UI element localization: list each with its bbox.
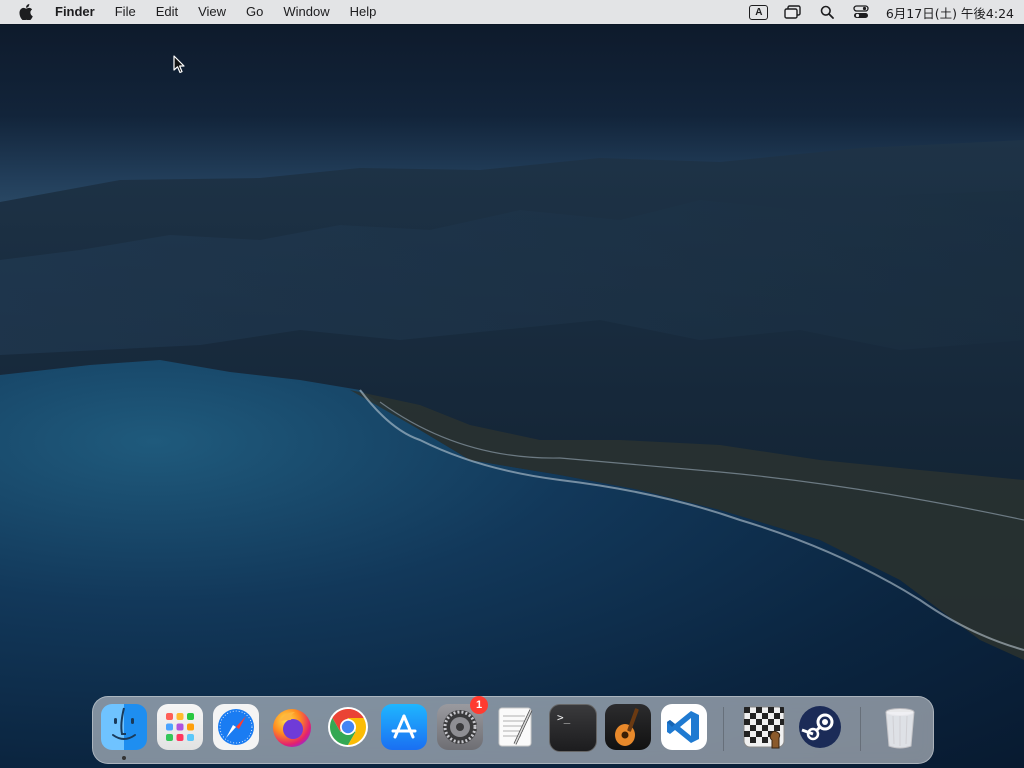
menubar-clock[interactable]: 6月17日(土) 午後4:24 [886,3,1014,22]
dock-terminal[interactable]: >_ [549,704,597,752]
dock-separator [723,707,724,751]
firefox-icon [273,709,311,747]
dock-launchpad[interactable] [157,704,203,750]
mouse-pointer-icon [173,55,185,74]
trash-icon [885,708,915,749]
screen-mirroring-icon[interactable] [783,4,803,20]
finder-icon [112,707,136,740]
status-area: A 6月17日(土) 午後4:24 [742,0,1024,24]
apple-menu-icon[interactable] [17,3,35,21]
desktop-wallpaper [0,0,1024,768]
dock-steam[interactable] [797,704,843,750]
menu-bar: Finder File Edit View Go Window Help A 6… [0,0,1024,24]
dock-chrome[interactable] [325,704,371,750]
menu-help[interactable]: Help [340,0,387,24]
chess-icon [743,706,785,749]
vscode-icon [667,711,699,743]
dock-safari[interactable] [213,704,259,750]
dock-app-store[interactable] [381,704,427,750]
dock-textedit[interactable] [493,704,539,750]
control-center-icon[interactable] [851,4,871,20]
launchpad-grid-icon [166,713,194,741]
dock-vscode[interactable] [661,704,707,750]
spotlight-search-icon[interactable] [817,4,837,20]
chrome-icon [328,707,368,747]
app-store-icon [391,714,417,739]
guitar-icon [615,708,639,746]
wallpaper-mountains [0,140,1024,660]
dock-trash[interactable] [877,704,923,750]
menu-app-finder[interactable]: Finder [45,0,105,24]
steam-icon [799,706,841,748]
dock-chess[interactable] [741,704,787,750]
terminal-prompt-icon: >_ [557,711,571,724]
menu-go[interactable]: Go [236,0,273,24]
safari-compass-icon [218,709,254,745]
menu-view[interactable]: View [188,0,236,24]
dock-garageband[interactable] [605,704,651,750]
dock-finder[interactable] [101,704,147,750]
finder-running-indicator [122,756,126,760]
input-source-icon[interactable]: A [749,4,769,20]
dock-separator [860,707,861,751]
input-source-label: A [749,4,769,20]
dock-firefox[interactable] [269,704,315,750]
menu-edit[interactable]: Edit [146,0,188,24]
textedit-icon [498,707,533,747]
menu-window[interactable]: Window [273,0,339,24]
menu-file[interactable]: File [105,0,146,24]
dock: 1 >_ [92,696,934,764]
system-preferences-badge: 1 [470,696,488,714]
